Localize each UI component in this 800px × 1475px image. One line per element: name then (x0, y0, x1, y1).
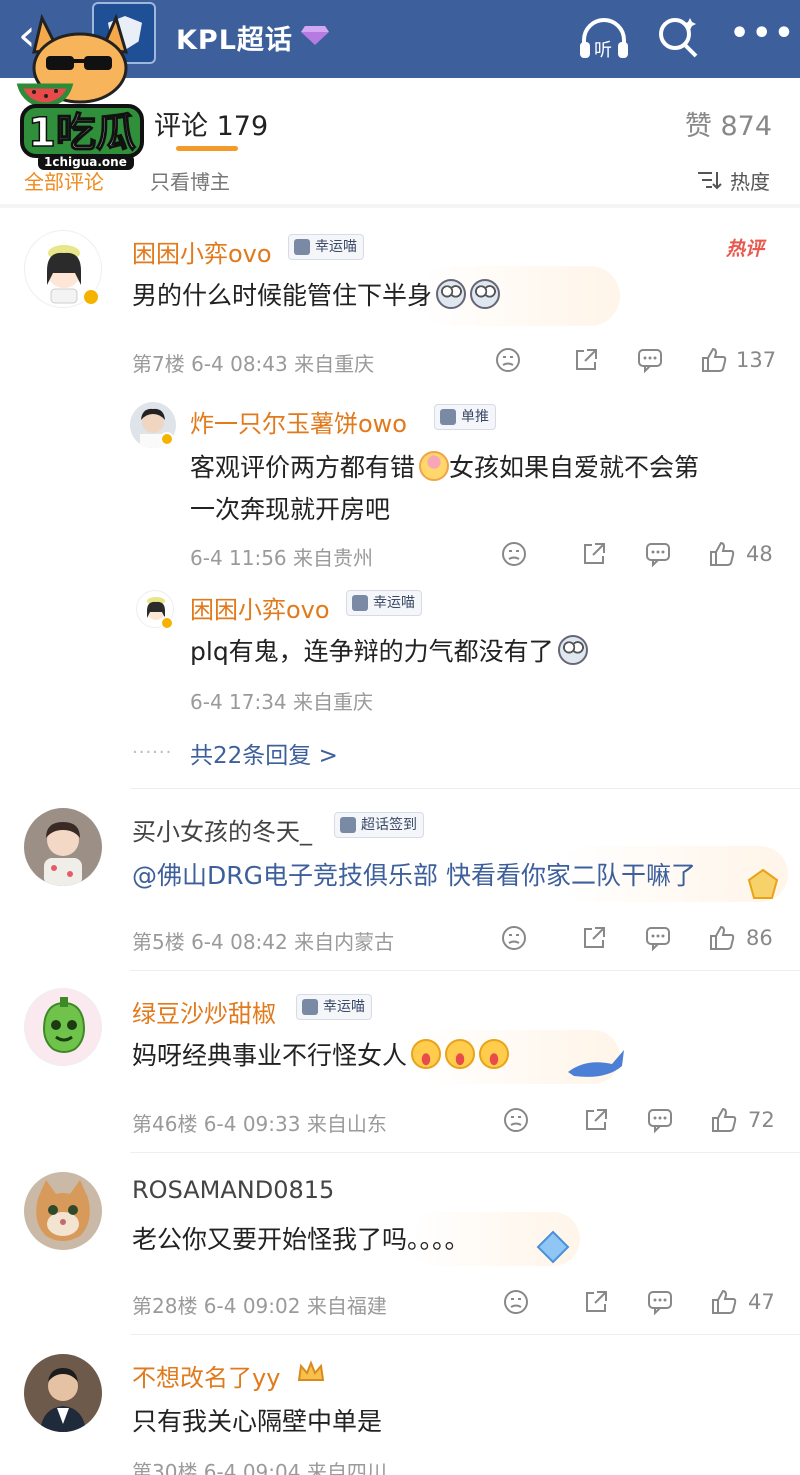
reply-comment-icon[interactable] (644, 540, 672, 568)
comment-meta: 第46楼 6-4 09:33 来自山东 (132, 1112, 387, 1136)
reply-text: 客观评价两方都有错 女孩如果自爱就不会第 (190, 451, 700, 482)
reply-text: plq有鬼，连争辩的力气都没有了 (190, 632, 588, 668)
blue-diamond-icon (536, 1230, 570, 1264)
comment-text: @佛山DRG电子竞技俱乐部 快看看你家二队干嘛了 (132, 861, 696, 890)
divider (130, 970, 800, 971)
reply-username[interactable]: 困困小弈ovo (190, 590, 330, 625)
share-icon[interactable] (580, 540, 608, 568)
comment-text: 男的什么时候能管住下半身 (132, 276, 501, 312)
comment-meta: 第30楼 6-4 09:04 来自四川 (132, 1460, 387, 1475)
filter-blogger-only[interactable]: 只看博主 (150, 166, 230, 195)
page-title: KPL超话 (176, 25, 293, 56)
crying-face-emoji-icon (479, 1039, 510, 1069)
gold-badge-icon (747, 868, 779, 899)
avatar[interactable] (24, 1172, 102, 1250)
reply-meta: 6-4 11:56 来自贵州 (190, 546, 374, 570)
tab-comments[interactable]: 评论 179 (154, 104, 268, 143)
reply-username[interactable]: 炸一只尔玉薯饼owo (190, 404, 407, 439)
replies-dots: ······ (132, 742, 173, 763)
divider (130, 1334, 800, 1335)
reply-meta: 6-4 17:34 来自重庆 (190, 690, 374, 714)
view-more-replies-link[interactable]: 共22条回复 > (190, 736, 338, 770)
like-count: 47 (748, 1290, 775, 1314)
share-icon[interactable] (582, 1288, 610, 1316)
comment-username[interactable]: ROSAMAND0815 (132, 1176, 334, 1204)
reply-comment-icon[interactable] (636, 346, 664, 374)
like-count: 137 (736, 348, 777, 372)
user-badge: 单推 (434, 404, 496, 430)
thumbs-up-icon[interactable] (708, 540, 736, 568)
share-icon[interactable] (582, 1106, 610, 1134)
comment-text: 只有我关心隔壁中单是 (132, 1407, 383, 1436)
reply-text-line2: 一次奔现就开房吧 (190, 495, 391, 524)
cat-badge-icon (294, 239, 310, 255)
shocked-face-emoji-icon (557, 635, 588, 665)
reply-comment-icon[interactable] (644, 924, 672, 952)
comment-meta: 第7楼 6-4 08:43 来自重庆 (132, 352, 375, 376)
comment-username[interactable]: 不想改名了yy (132, 1358, 280, 1393)
thumbs-up-icon[interactable] (700, 346, 728, 374)
whale-decoration-icon (568, 1050, 624, 1077)
cat-badge-icon (352, 595, 368, 611)
cat-badge-icon (302, 999, 318, 1015)
dislike-face-icon[interactable] (502, 1288, 530, 1316)
thumbs-up-icon[interactable] (708, 924, 736, 952)
comment-username[interactable]: 绿豆沙炒甜椒 (132, 994, 276, 1029)
single-push-badge-icon (440, 409, 456, 425)
crying-face-emoji-icon (411, 1039, 442, 1069)
verified-badge-icon (160, 616, 174, 630)
user-badge: 幸运喵 (288, 234, 364, 260)
comment-username[interactable]: 困困小弈ovo (132, 234, 272, 269)
reply-comment-icon[interactable] (646, 1106, 674, 1134)
divider (130, 788, 800, 789)
dislike-face-icon[interactable] (500, 540, 528, 568)
dislike-face-icon[interactable] (500, 924, 528, 952)
comment-meta: 第5楼 6-4 08:42 来自内蒙古 (132, 930, 395, 954)
verified-badge-icon (82, 288, 100, 306)
like-total[interactable]: 赞 874 (685, 104, 772, 143)
hot-comment-tag: 热评 (726, 238, 765, 260)
user-badge: 幸运喵 (346, 590, 422, 616)
sort-by-heat[interactable]: 热度 (730, 166, 770, 195)
thumbs-up-icon[interactable] (710, 1288, 738, 1316)
avatar[interactable] (24, 808, 102, 886)
crown-badge-icon (297, 1360, 325, 1381)
divider (0, 204, 800, 208)
svg-text:1吃瓜: 1吃瓜 (28, 110, 136, 156)
like-count: 86 (746, 926, 773, 950)
like-count: 72 (748, 1108, 775, 1132)
comment-text: 老公你又要开始怪我了吗。。。。 (132, 1225, 470, 1254)
super-topic-checkin-icon (340, 817, 356, 833)
comment-meta: 第28楼 6-4 09:02 来自福建 (132, 1294, 387, 1318)
verified-badge-icon (160, 432, 174, 446)
sort-icon[interactable] (696, 170, 722, 190)
crying-face-emoji-icon (445, 1039, 476, 1069)
dislike-face-icon[interactable] (494, 346, 522, 374)
search-icon[interactable] (656, 14, 700, 58)
more-menu-icon[interactable]: ••• (730, 16, 794, 52)
avatar[interactable] (24, 1354, 102, 1432)
svg-text:听: 听 (594, 40, 612, 61)
thumbs-up-icon[interactable] (710, 1106, 738, 1134)
tab-underline (176, 146, 238, 151)
listen-headphone-icon[interactable]: 听 (578, 14, 630, 62)
shocked-face-emoji-icon (470, 279, 501, 309)
reply-comment-icon[interactable] (646, 1288, 674, 1316)
share-icon[interactable] (572, 346, 600, 374)
comment-text: 妈呀经典事业不行怪女人 (132, 1036, 510, 1072)
dislike-face-icon[interactable] (502, 1106, 530, 1134)
avatar[interactable] (24, 988, 102, 1066)
divider (130, 1152, 800, 1153)
cake-emoji-icon (419, 451, 450, 481)
user-badge: 超话签到 (334, 812, 424, 838)
share-icon[interactable] (580, 924, 608, 952)
svg-text:1chigua.one: 1chigua.one (44, 155, 127, 169)
diamond-gem-icon (301, 26, 329, 45)
like-count: 48 (746, 542, 773, 566)
user-badge: 幸运喵 (296, 994, 372, 1020)
shocked-face-emoji-icon (436, 279, 467, 309)
watermark-logo: 1吃瓜 1chigua.one (16, 13, 144, 170)
comment-username[interactable]: 买小女孩的冬天_ (132, 812, 312, 847)
